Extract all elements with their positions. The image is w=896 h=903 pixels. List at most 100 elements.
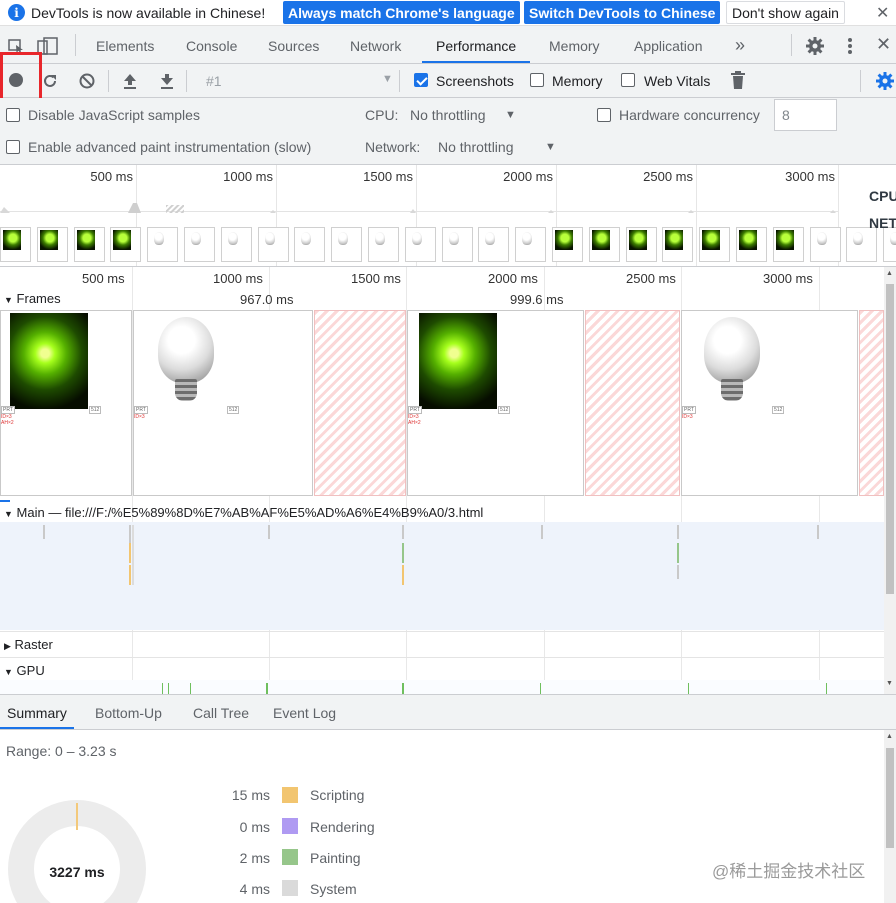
- overview-screenshot: [736, 227, 767, 262]
- advanced-paint-checkbox[interactable]: [6, 140, 20, 154]
- frame-thumbnail[interactable]: PRT 512 ID×3: [133, 310, 313, 496]
- raster-track-header[interactable]: ▶ Raster: [4, 637, 53, 652]
- overview-screenshot: [588, 227, 620, 262]
- overview-screenshot: [625, 227, 657, 262]
- hardware-concurrency-checkbox[interactable]: [597, 108, 611, 122]
- close-devtools-icon[interactable]: ✕: [876, 34, 891, 55]
- memory-label: Memory: [552, 73, 603, 89]
- more-options-icon[interactable]: [847, 37, 853, 55]
- overview-screenshot: [147, 227, 179, 262]
- system-swatch: [282, 880, 298, 896]
- main-track-header[interactable]: ▼ Main — file:///F:/%E5%89%8D%E7%AB%AF%E…: [4, 505, 483, 520]
- timeline-tick: 3000 ms: [763, 271, 813, 286]
- overview-tick: 1000 ms: [223, 169, 273, 184]
- system-label: System: [310, 881, 357, 897]
- tab-performance[interactable]: Performance: [422, 26, 531, 63]
- overview-screenshot: [368, 227, 399, 262]
- cpu-throttling-select[interactable]: No throttling: [410, 107, 485, 123]
- load-profile-icon[interactable]: [122, 72, 138, 90]
- screenshots-label: Screenshots: [436, 73, 514, 89]
- scripting-time: 15 ms: [231, 787, 270, 803]
- memory-checkbox[interactable]: [530, 73, 544, 87]
- timeline-tick: 1500 ms: [351, 271, 401, 286]
- tab-summary[interactable]: Summary: [0, 695, 74, 729]
- frame-thumbnail[interactable]: PRT 512 ID×3 AH×2: [0, 310, 132, 496]
- recording-dropdown-icon[interactable]: ▼: [382, 73, 393, 85]
- summary-scroll-thumb[interactable]: [886, 748, 894, 848]
- system-time: 4 ms: [239, 881, 270, 897]
- summary-scroll-up-icon[interactable]: ▲: [886, 733, 893, 740]
- switch-to-chinese-button[interactable]: Switch DevTools to Chinese: [524, 1, 721, 24]
- rendering-time: 0 ms: [239, 819, 270, 835]
- network-dropdown-icon[interactable]: ▼: [545, 141, 556, 153]
- close-infobar-icon[interactable]: ✕: [876, 3, 889, 23]
- scroll-up-icon[interactable]: ▲: [886, 270, 893, 277]
- overview-tick: 2000 ms: [503, 169, 553, 184]
- frame-duration: 999.6 ms: [510, 292, 564, 307]
- tab-bottom-up[interactable]: Bottom-Up: [95, 695, 162, 729]
- gpu-track-header[interactable]: ▼ GPU: [4, 663, 45, 678]
- tab-network[interactable]: Network: [350, 26, 401, 63]
- settings-gear-icon[interactable]: [805, 36, 825, 56]
- frame-thumbnail[interactable]: PRT 512 ID×3 AH×2: [407, 310, 584, 496]
- tab-memory[interactable]: Memory: [549, 26, 600, 63]
- raster-label: Raster: [14, 637, 53, 652]
- green-bulb-image: [10, 313, 88, 409]
- frame-thumbnail[interactable]: PRT 512 ID×3: [681, 310, 858, 496]
- timeline-tick: 500 ms: [82, 271, 125, 286]
- reload-record-icon[interactable]: [41, 72, 59, 90]
- tab-application[interactable]: Application: [634, 26, 703, 63]
- overview-screenshot: [478, 227, 510, 262]
- scripting-swatch: [282, 787, 298, 803]
- scripting-label: Scripting: [310, 787, 365, 803]
- overview-screenshot: [0, 227, 31, 262]
- flame-chart-scroll-thumb[interactable]: [886, 284, 894, 594]
- frames-track-header[interactable]: ▼ Frames: [4, 291, 61, 306]
- overview-screenshot: [404, 227, 436, 262]
- trash-icon[interactable]: [730, 71, 746, 90]
- tab-elements[interactable]: Elements: [96, 26, 154, 63]
- recording-select[interactable]: #1: [206, 73, 222, 89]
- painting-swatch: [282, 849, 298, 865]
- cpu-dropdown-icon[interactable]: ▼: [505, 109, 516, 121]
- scroll-down-icon[interactable]: ▼: [886, 680, 893, 687]
- overview-screenshot: [662, 227, 694, 262]
- web-vitals-label: Web Vitals: [644, 73, 711, 89]
- dropped-frame[interactable]: [585, 310, 680, 496]
- gpu-label: GPU: [16, 663, 45, 678]
- dont-show-again-button[interactable]: Don't show again: [726, 1, 845, 24]
- flame-chart[interactable]: 500 ms 1000 ms 1500 ms 2000 ms 2500 ms 3…: [0, 267, 884, 694]
- hardware-concurrency-input[interactable]: 8: [774, 99, 837, 131]
- always-match-language-button[interactable]: Always match Chrome's language: [283, 1, 520, 24]
- dropped-frame[interactable]: [859, 310, 884, 496]
- overview-screenshot: [220, 227, 252, 262]
- more-tabs-icon[interactable]: »: [735, 26, 745, 63]
- tab-sources[interactable]: Sources: [268, 26, 319, 63]
- overview-screenshot: [441, 227, 473, 262]
- screenshots-checkbox[interactable]: [414, 73, 428, 87]
- overview-tick: 3000 ms: [785, 169, 835, 184]
- capture-settings-icon[interactable]: [875, 71, 895, 91]
- overview-screenshot: [772, 227, 804, 262]
- tab-call-tree[interactable]: Call Tree: [193, 695, 249, 729]
- timeline-tick: 2000 ms: [488, 271, 538, 286]
- frames-label: Frames: [16, 291, 61, 306]
- timeline-overview[interactable]: 500 ms 1000 ms 1500 ms 2000 ms 2500 ms 3…: [0, 165, 896, 267]
- network-throttling-select[interactable]: No throttling: [438, 139, 513, 155]
- clear-icon[interactable]: [78, 72, 96, 90]
- tab-event-log[interactable]: Event Log: [273, 695, 336, 729]
- scripting-slice: [76, 803, 78, 830]
- overview-screenshot: [883, 227, 896, 262]
- disable-js-samples-checkbox[interactable]: [6, 108, 20, 122]
- gpu-track[interactable]: [0, 680, 884, 694]
- save-profile-icon[interactable]: [159, 72, 175, 90]
- infobar-message: DevTools is now available in Chinese!: [31, 4, 266, 21]
- timeline-tick: 2500 ms: [626, 271, 676, 286]
- watermark: @稀土掘金技术社区: [712, 862, 866, 881]
- tab-console[interactable]: Console: [186, 26, 237, 63]
- advanced-paint-label: Enable advanced paint instrumentation (s…: [28, 139, 312, 155]
- cpu-activity-chart: [0, 203, 836, 213]
- overview-screenshot: [73, 227, 105, 262]
- dropped-frame[interactable]: [314, 310, 406, 496]
- web-vitals-checkbox[interactable]: [621, 73, 635, 87]
